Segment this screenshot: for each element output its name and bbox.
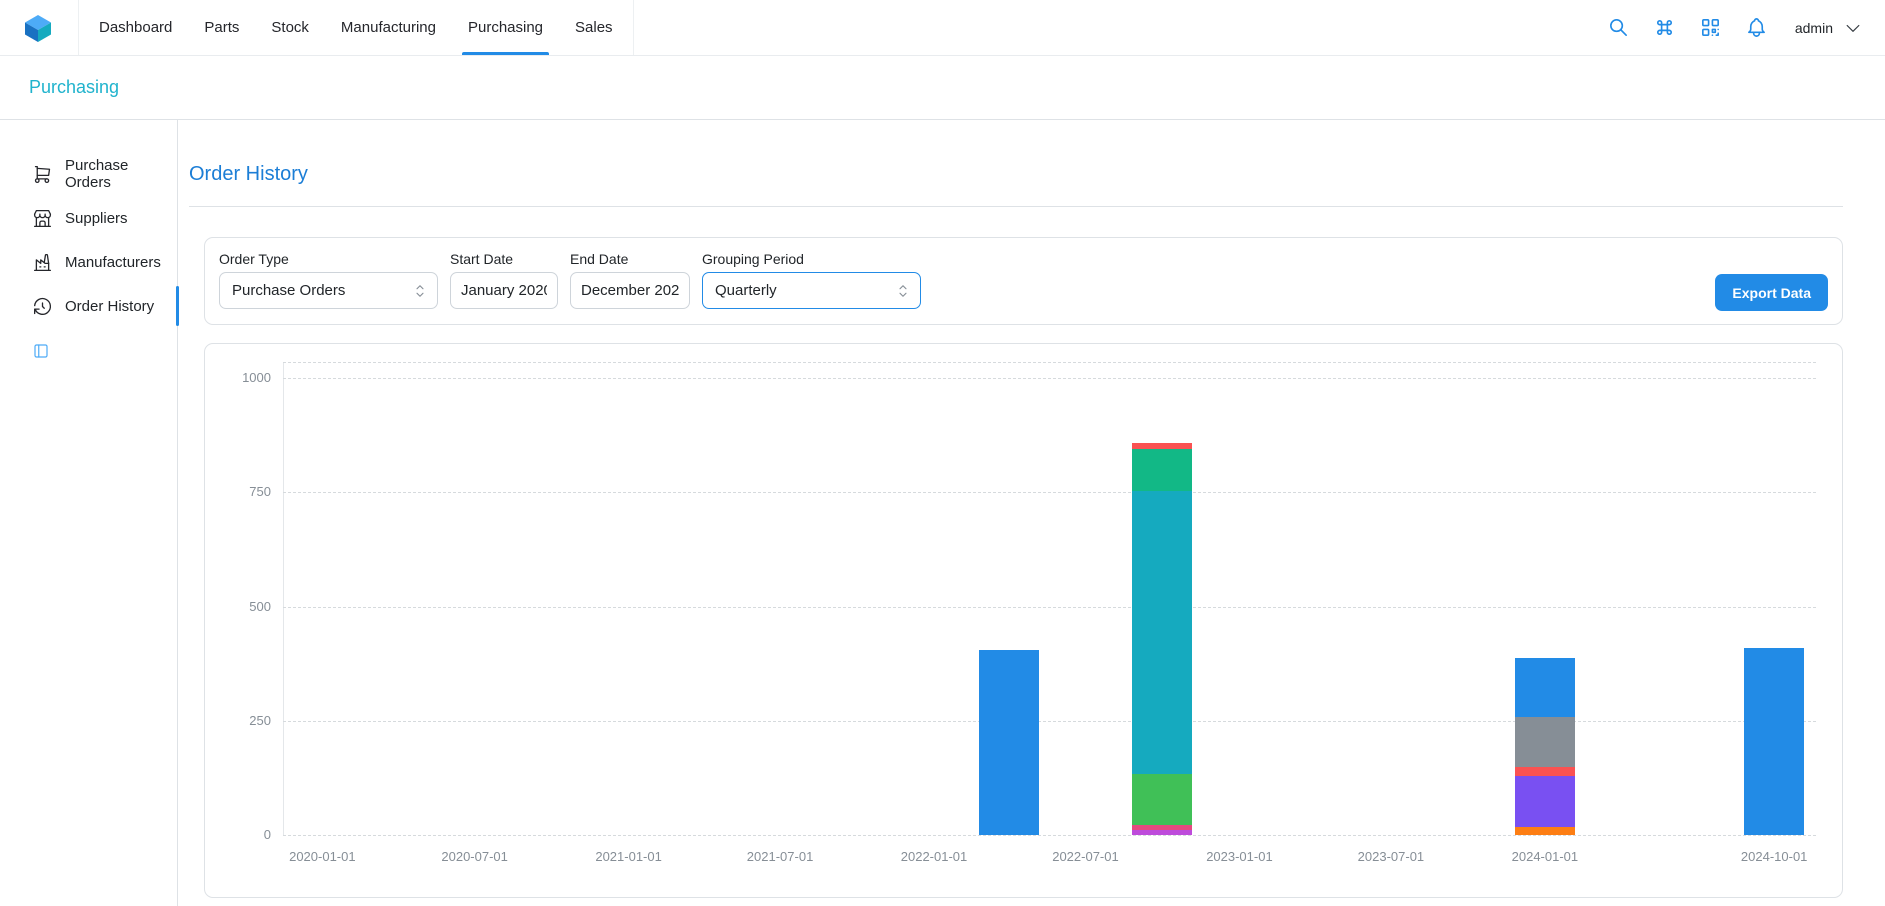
gridline: [283, 362, 1816, 363]
y-tick-label: 1000: [221, 370, 271, 385]
sidebar-item-suppliers[interactable]: Suppliers: [0, 196, 177, 240]
chevron-down-icon: [1843, 18, 1863, 38]
sidebar-item-manufacturers[interactable]: Manufacturers: [0, 240, 177, 284]
x-tick-label: 2020-01-01: [267, 849, 377, 864]
username-label: admin: [1795, 20, 1833, 36]
sidebar-item-label: Suppliers: [65, 210, 128, 227]
stacked-bar: [979, 650, 1039, 835]
sidebar-item-purchase-orders[interactable]: Purchase Orders: [0, 152, 177, 196]
bar-segment: [1744, 648, 1804, 835]
y-tick-label: 500: [221, 599, 271, 614]
user-menu[interactable]: admin: [1795, 18, 1863, 38]
sidebar: Purchase Orders Suppliers Manufacturers …: [0, 120, 178, 906]
tab-sales[interactable]: Sales: [559, 0, 629, 55]
qr-code-icon[interactable]: [1699, 16, 1722, 39]
stacked-bar: [1132, 443, 1192, 835]
breadcrumb[interactable]: Purchasing: [29, 77, 119, 98]
order-type-field: Order Type Purchase Orders: [219, 251, 438, 309]
end-date-label: End Date: [570, 251, 690, 267]
x-tick-label: 2022-01-01: [879, 849, 989, 864]
bar-segment: [1515, 767, 1575, 775]
order-type-select[interactable]: Purchase Orders: [219, 272, 438, 309]
tab-purchasing[interactable]: Purchasing: [452, 0, 559, 55]
x-tick-label: 2023-07-01: [1336, 849, 1446, 864]
bar-segment: [1132, 830, 1192, 835]
x-tick-label: 2022-07-01: [1030, 849, 1140, 864]
bell-icon[interactable]: [1745, 16, 1768, 39]
grouping-period-select[interactable]: Quarterly: [702, 272, 921, 309]
gridline: [283, 378, 1816, 379]
factory-icon: [32, 252, 53, 273]
start-date-label: Start Date: [450, 251, 558, 267]
y-tick-label: 250: [221, 713, 271, 728]
grouping-period-value: Quarterly: [715, 282, 777, 299]
order-history-chart-card: 0 250 500 750 1000 2020-01-01 2020-07-01 2021-0…: [204, 343, 1843, 898]
sidebar-item-label: Purchase Orders: [65, 157, 171, 191]
selector-icon: [894, 282, 912, 300]
page-title: Order History: [189, 163, 308, 186]
command-icon[interactable]: [1653, 16, 1676, 39]
bar-segment: [1515, 776, 1575, 827]
sidebar-item-order-history[interactable]: Order History: [0, 284, 177, 328]
selector-icon: [411, 282, 429, 300]
tab-stock[interactable]: Stock: [255, 0, 325, 55]
gridline: [283, 607, 1816, 608]
tab-dashboard[interactable]: Dashboard: [83, 0, 188, 55]
stacked-bar: [1515, 658, 1575, 835]
start-date-field: Start Date: [450, 251, 558, 309]
order-type-value: Purchase Orders: [232, 282, 345, 299]
bar-segment: [1515, 827, 1575, 835]
y-tick-label: 750: [221, 484, 271, 499]
filter-panel: Order Type Purchase Orders Start Date En…: [204, 237, 1843, 325]
breadcrumb-bar: Purchasing: [0, 56, 1885, 120]
y-tick-label: 0: [221, 827, 271, 842]
shopping-cart-icon: [32, 164, 53, 185]
bar-segment: [1132, 774, 1192, 825]
x-tick-label: 2021-07-01: [725, 849, 835, 864]
bar-segment: [1515, 717, 1575, 767]
end-date-input[interactable]: [570, 272, 690, 309]
title-divider: [189, 206, 1843, 207]
bar-segment: [1132, 449, 1192, 491]
x-tick-label: 2023-01-01: [1184, 849, 1294, 864]
grouping-period-field: Grouping Period Quarterly: [702, 251, 921, 309]
x-tick-label: 2024-10-01: [1719, 849, 1829, 864]
gridline: [283, 721, 1816, 722]
bar-segment: [1515, 658, 1575, 717]
history-icon: [32, 296, 53, 317]
bar-segment: [1132, 491, 1192, 773]
x-tick-label: 2024-01-01: [1490, 849, 1600, 864]
sidebar-item-label: Manufacturers: [65, 254, 161, 271]
app-logo[interactable]: [22, 12, 54, 44]
bar-segment: [979, 650, 1039, 835]
grouping-period-label: Grouping Period: [702, 251, 921, 267]
search-icon[interactable]: [1607, 16, 1630, 39]
sidebar-toggle-icon[interactable]: [32, 342, 50, 360]
export-data-button[interactable]: Export Data: [1715, 274, 1828, 311]
building-store-icon: [32, 208, 53, 229]
top-navbar: Dashboard Parts Stock Manufacturing Purc…: [0, 0, 1885, 56]
main-nav: Dashboard Parts Stock Manufacturing Purc…: [78, 0, 634, 55]
stacked-bar: [1744, 648, 1804, 835]
x-tick-label: 2021-01-01: [574, 849, 684, 864]
header-actions: admin: [1607, 16, 1863, 39]
gridline: [283, 492, 1816, 493]
tab-parts[interactable]: Parts: [188, 0, 255, 55]
order-type-label: Order Type: [219, 251, 438, 267]
chart-plot: 025050075010002020-01-012020-07-012021-0…: [283, 362, 1816, 835]
x-tick-label: 2020-07-01: [420, 849, 530, 864]
end-date-field: End Date: [570, 251, 690, 309]
sidebar-item-label: Order History: [65, 298, 154, 315]
gridline: [283, 835, 1816, 836]
start-date-input[interactable]: [450, 272, 558, 309]
tab-manufacturing[interactable]: Manufacturing: [325, 0, 452, 55]
